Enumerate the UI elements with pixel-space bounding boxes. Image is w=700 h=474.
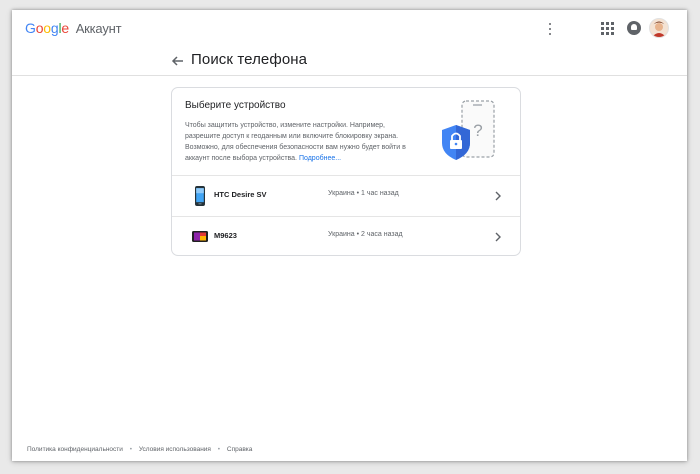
footer-separator: • — [129, 446, 132, 453]
card-header: Выберите устройство Чтобы защитить устро… — [172, 88, 520, 176]
tablet-icon — [192, 227, 208, 247]
privacy-policy-link[interactable]: Политика конфиденциальности — [27, 446, 123, 453]
logo-letter: o — [43, 20, 51, 36]
page-title: Поиск телефона — [191, 51, 308, 68]
device-row[interactable]: HTC Desire SV Украина • 1 час назад — [172, 176, 520, 217]
more-options-icon[interactable] — [545, 21, 555, 37]
page-header: Поиск телефона — [12, 48, 687, 76]
card-title: Выберите устройство — [185, 100, 286, 111]
svg-text:?: ? — [473, 121, 482, 140]
browser-page: Google Аккаунт Поиск телефона Выберите у… — [12, 10, 687, 461]
logo-letter: e — [61, 20, 69, 36]
back-arrow-icon[interactable] — [168, 53, 186, 69]
device-card: Выберите устройство Чтобы защитить устро… — [171, 87, 521, 256]
footer-separator: • — [217, 446, 221, 453]
chevron-right-icon — [493, 189, 503, 201]
notifications-icon[interactable] — [627, 21, 641, 35]
phone-icon — [192, 186, 208, 206]
device-location-time: Украина • 2 часа назад — [328, 231, 403, 238]
avatar[interactable] — [649, 18, 669, 38]
device-name: HTC Desire SV — [214, 190, 267, 199]
learn-more-link[interactable]: Подробнее... — [299, 155, 341, 162]
footer: Политика конфиденциальности • Условия ис… — [27, 446, 252, 453]
logo-letter: G — [25, 20, 36, 36]
product-name: Аккаунт — [75, 21, 122, 36]
top-bar: Google Аккаунт — [12, 10, 687, 48]
device-row[interactable]: M9623 Украина • 2 часа назад — [172, 217, 520, 257]
device-location-time: Украина • 1 час назад — [328, 190, 399, 197]
terms-link[interactable]: Условия использования — [139, 446, 211, 453]
apps-grid-icon[interactable] — [601, 22, 615, 36]
help-link[interactable]: Справка — [227, 446, 253, 453]
google-account-logo[interactable]: Google Аккаунт — [25, 20, 122, 36]
chevron-right-icon — [493, 230, 503, 242]
device-name: M9623 — [214, 231, 237, 240]
security-illustration: ? — [440, 99, 496, 163]
card-description: Чтобы защитить устройство, измените наст… — [185, 120, 410, 164]
description-text: Чтобы защитить устройство, измените наст… — [185, 122, 406, 162]
